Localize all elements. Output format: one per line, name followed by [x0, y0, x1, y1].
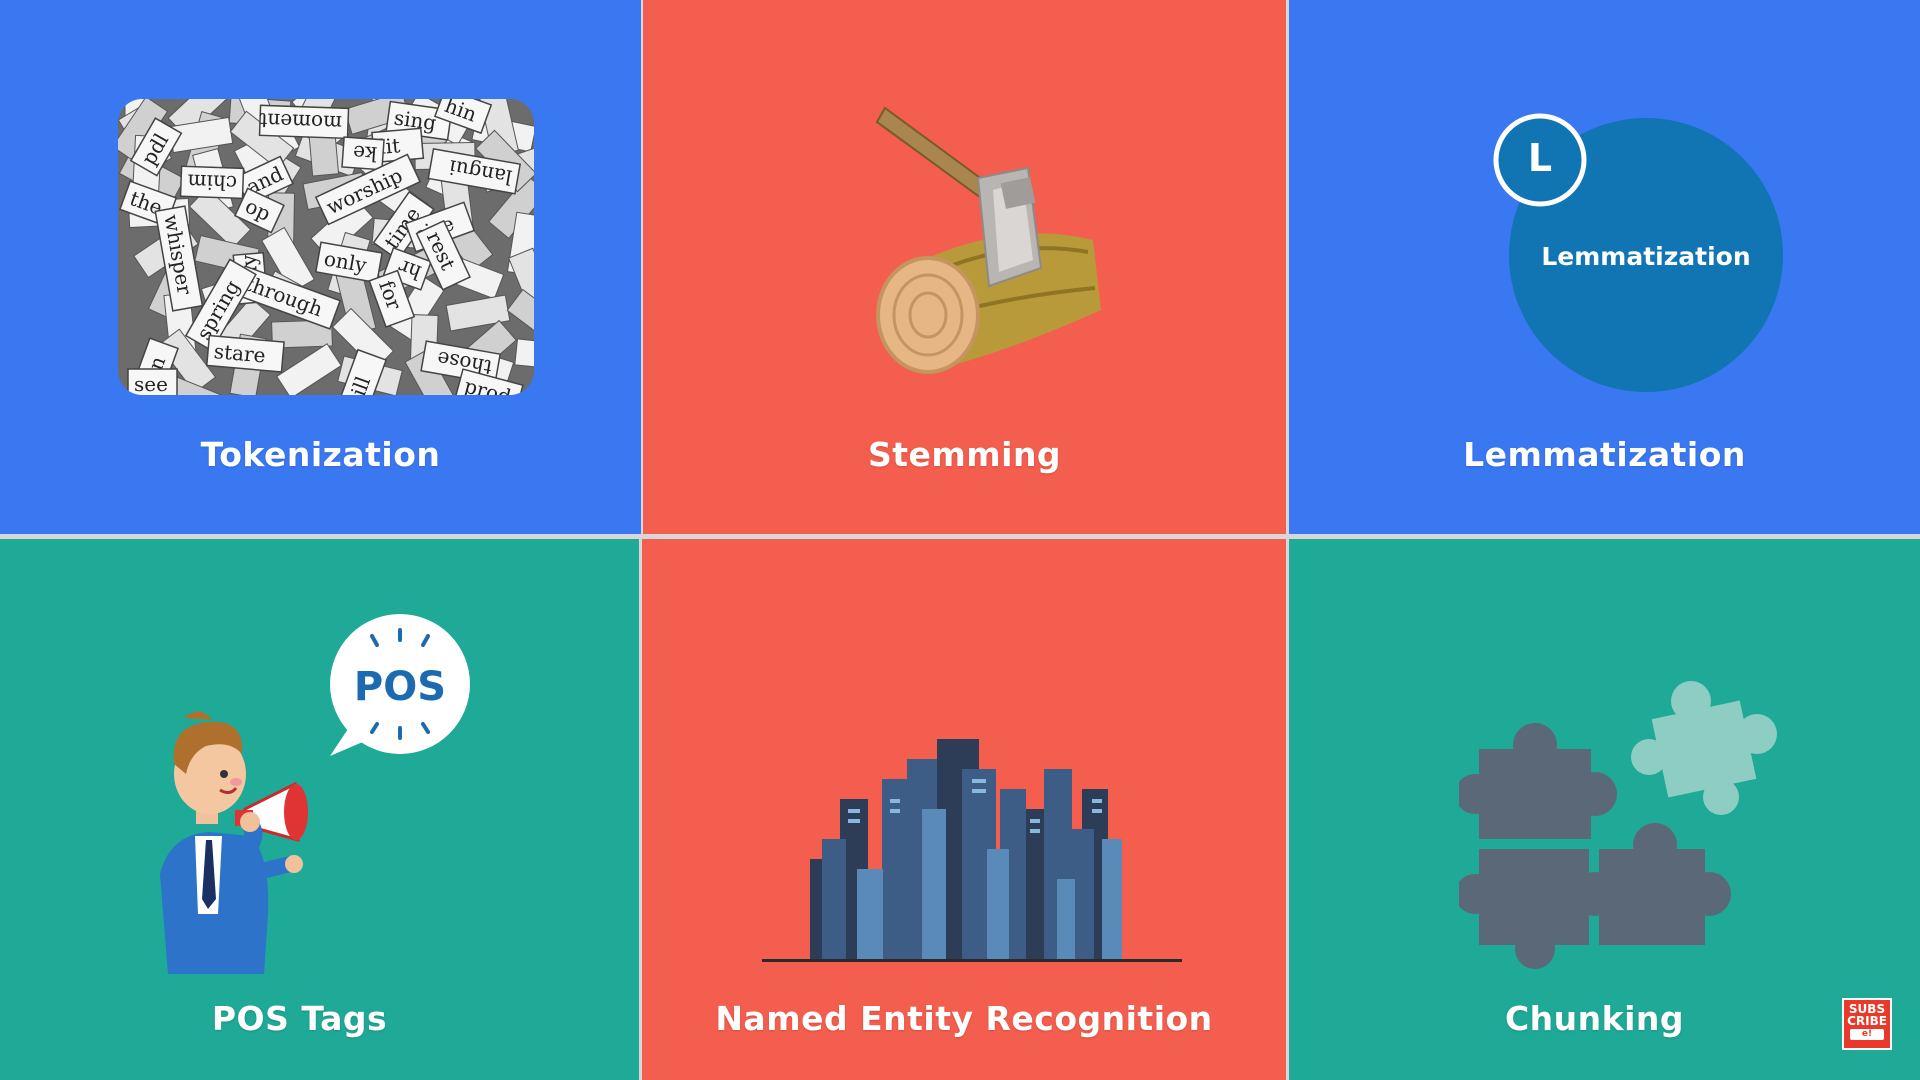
- lemmatization-circle-label: Lemmatization: [1541, 242, 1751, 271]
- puzzle-pieces-icon: [1459, 681, 1777, 969]
- pos-tags-caption: POS Tags: [211, 999, 388, 1038]
- ner-tile: Named Entity Recognition: [642, 539, 1286, 1080]
- lemmatization-badge-letter: L: [1527, 136, 1553, 180]
- word-tile: see: [127, 368, 178, 395]
- word-tile-text: see: [134, 372, 168, 395]
- city-skyline-icon: [762, 739, 1182, 962]
- lemmatization-caption: Lemmatization: [1463, 435, 1746, 474]
- subscribe-line-2: CRIBE: [1847, 1014, 1887, 1028]
- stemming-tile: Stemming: [643, 0, 1286, 534]
- stemming-caption: Stemming: [867, 435, 1062, 474]
- subscribe-button[interactable]: SUBS CRIBE e!: [1842, 998, 1892, 1050]
- chunking-tile: Chunking: [1289, 539, 1920, 1080]
- tokenization-caption: Tokenization: [200, 435, 441, 474]
- word-tile: stare: [205, 334, 285, 373]
- axe-log-icon: [875, 106, 1101, 374]
- subscribe-play-label: e!: [1850, 1029, 1884, 1040]
- lemmatization-tile: L Lemmatization Lemmatization: [1289, 0, 1920, 534]
- tokenization-tile: moment sing hin pdl lit ke and langui chim the wor…: [0, 0, 641, 534]
- word-tile-text: ke: [352, 141, 378, 167]
- word-tile: moment: [258, 104, 350, 140]
- word-tile: chim: [179, 165, 245, 200]
- chunking-caption: Chunking: [1504, 999, 1685, 1038]
- word-tile: ke: [341, 136, 385, 171]
- pos-tags-tile: POS POS Tags: [0, 539, 639, 1080]
- pos-bubble-label: POS: [353, 664, 447, 710]
- word-tile-text: moment: [259, 108, 343, 135]
- word-tile-text: stare: [213, 339, 267, 367]
- ner-caption: Named Entity Recognition: [715, 999, 1213, 1038]
- word-tiles-image: moment sing hinpdl litkeand languichimthe wor…: [118, 99, 534, 395]
- word-tile-text: chim: [187, 169, 237, 195]
